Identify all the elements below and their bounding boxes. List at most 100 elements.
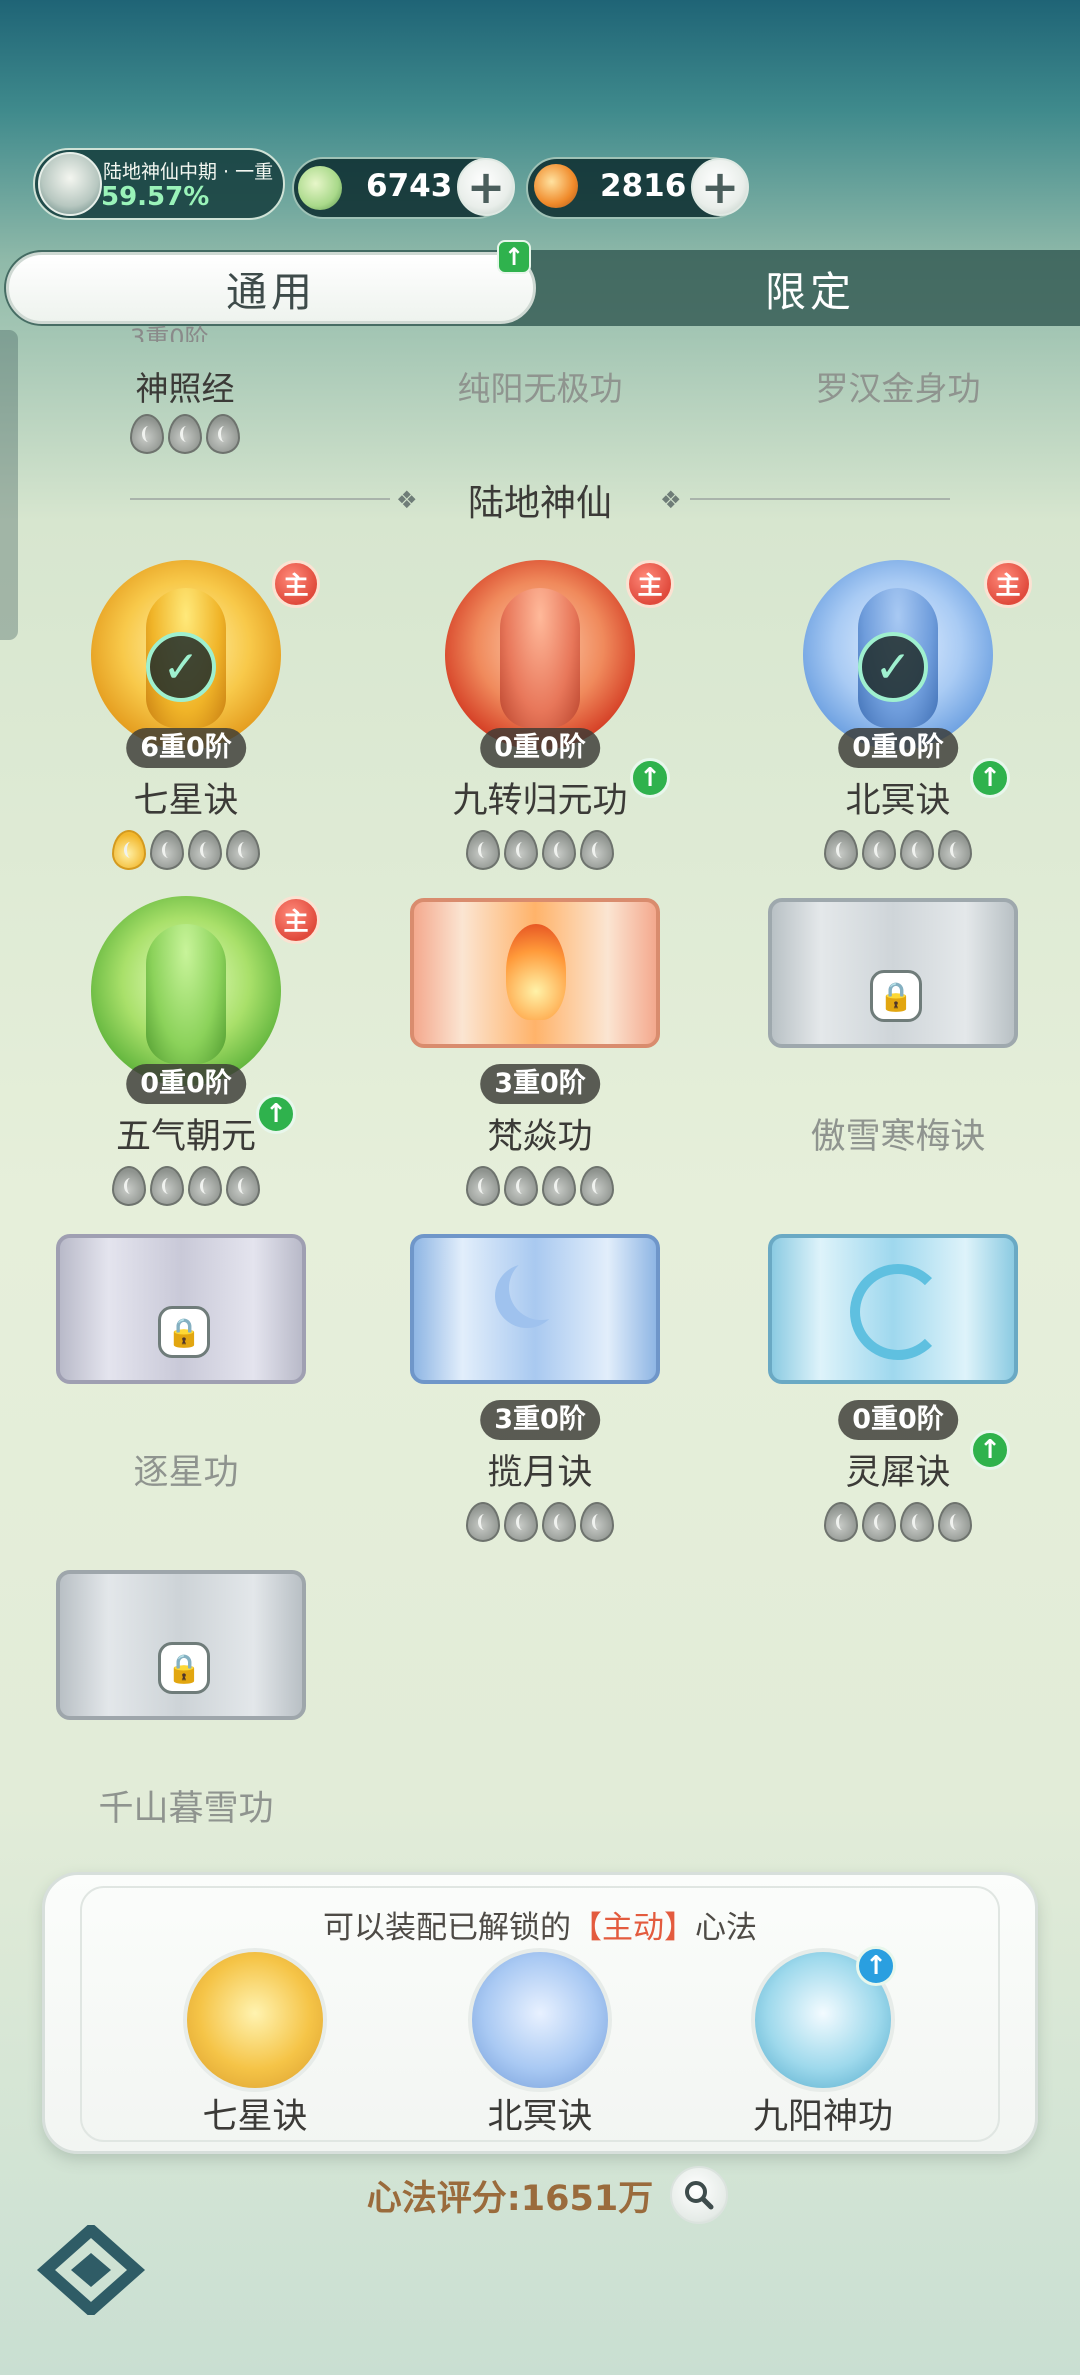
drop-icon (580, 1166, 614, 1206)
realm-progress: 59.57% (101, 182, 210, 212)
drop-rating (390, 1166, 690, 1206)
drop-icon (466, 1166, 500, 1206)
drop-icon (150, 1166, 184, 1206)
skill-level-badge: 0重0阶 (838, 1400, 958, 1440)
equip-slot-2-name: 北冥诀 (487, 2097, 593, 2137)
main-badge-icon: 主 (984, 560, 1032, 608)
skill-card-jiuzhuan[interactable]: 主 0重0阶 九转归元功 ↑ (390, 540, 690, 870)
upgrade-arrow-icon: ↑ (630, 758, 670, 798)
skill-name-shenzhaojing[interactable]: 神照经 (55, 362, 315, 410)
section-title: 陆地神仙 (467, 483, 612, 524)
drop-icon (188, 1166, 222, 1206)
skill-level-badge: 3重0阶 (480, 1400, 600, 1440)
skill-card-qianshan[interactable]: 🔒 千山暮雪功 (36, 1548, 336, 1878)
skill-score: 心法评分:1651万 (366, 2179, 654, 2219)
drop-icon (824, 1502, 858, 1542)
skill-card-fanyan[interactable]: 3重0阶 梵焱功 (390, 876, 690, 1206)
upgrade-arrow-icon: ↑ (970, 1430, 1010, 1470)
equip-hint-suffix: 心法 (695, 1910, 757, 1946)
lock-icon: 🔒 (158, 1642, 210, 1694)
skill-art-red-orb (445, 560, 635, 750)
skill-name: 揽月诀 (487, 1453, 593, 1493)
skill-card-qixingjue[interactable]: ✓ 主 6重0阶 七星诀 (36, 540, 336, 870)
player-avatar[interactable] (38, 152, 102, 216)
equipped-check-icon: ✓ (146, 632, 216, 702)
equip-slot-3-name: 九阳神功 (752, 2097, 893, 2137)
section-diamond-icon: ❖ (660, 486, 682, 514)
skill-art-green-orb (91, 896, 281, 1086)
equip-hint-highlight: 【主动】 (571, 1910, 695, 1946)
drop-icon (188, 830, 222, 870)
main-badge-icon: 主 (272, 560, 320, 608)
water-swirl-icon (850, 1264, 946, 1360)
section-divider-right (690, 498, 950, 500)
skill-name: 逐星功 (133, 1453, 239, 1493)
drop-rating (390, 1502, 690, 1542)
drop-icon (862, 1502, 896, 1542)
side-scroll-strip[interactable] (0, 330, 18, 640)
cut-level-badge: 3重0阶 (130, 324, 209, 342)
flame-orb-icon (534, 164, 578, 208)
equip-slot-1[interactable] (183, 1948, 327, 2092)
skill-name-chunyang[interactable]: 纯阳无极功 (410, 362, 670, 410)
jade-drop-icon (298, 166, 342, 210)
section-divider-left (130, 498, 390, 500)
drop-icon (226, 1166, 260, 1206)
main-badge-icon: 主 (626, 560, 674, 608)
drop-icon (466, 830, 500, 870)
skill-card-beiming[interactable]: ✓ 主 0重0阶 北冥诀 ↑ (748, 540, 1048, 870)
menu-logo-icon[interactable] (36, 2221, 146, 2319)
drop-icon (900, 1502, 934, 1542)
skill-card-zhuxing[interactable]: 🔒 逐星功 (36, 1212, 336, 1542)
drop-icon (900, 830, 934, 870)
add-currency-1-button[interactable]: + (457, 158, 515, 216)
search-icon[interactable] (670, 2166, 728, 2224)
currency-2-value: 2816 (600, 168, 687, 204)
drop-icon (130, 414, 164, 454)
equip-slot-2[interactable] (468, 1948, 612, 2092)
lock-icon: 🔒 (870, 970, 922, 1022)
figure-icon (500, 588, 580, 728)
skill-art-water-scroll (768, 1234, 1018, 1384)
drop-icon (168, 414, 202, 454)
drop-icon (504, 1166, 538, 1206)
drop-icon (862, 830, 896, 870)
skill-name-luohan[interactable]: 罗汉金身功 (768, 362, 1028, 410)
skill-level-badge: 6重0阶 (126, 728, 246, 768)
tab-limited[interactable]: 限定 (540, 252, 1080, 324)
flame-icon (506, 924, 566, 1020)
skill-card-aoxue[interactable]: 🔒 傲雪寒梅诀 (748, 876, 1048, 1206)
currency-1-value: 6743 (366, 168, 453, 204)
skill-name: 梵焱功 (487, 1117, 593, 1157)
drop-rating (36, 1166, 336, 1206)
skill-level-badge: 0重0阶 (480, 728, 600, 768)
drop-icon (466, 1502, 500, 1542)
skill-name: 傲雪寒梅诀 (810, 1117, 986, 1157)
skill-level-badge: 0重0阶 (126, 1064, 246, 1104)
skill-card-lingxi[interactable]: 0重0阶 灵犀诀 ↑ (748, 1212, 1048, 1542)
equip-slot-3-upgrade-icon: ↑ (856, 1946, 896, 1986)
drop-rating (748, 830, 1048, 870)
drop-icon (504, 830, 538, 870)
skill-card-lanyue[interactable]: 3重0阶 揽月诀 (390, 1212, 690, 1542)
figure-icon (146, 924, 226, 1064)
gold-drop-icon (112, 830, 146, 870)
equip-slot-1-name: 七星诀 (202, 2097, 308, 2137)
tab-general[interactable]: 通用 (6, 252, 536, 324)
add-currency-2-button[interactable]: + (691, 158, 749, 216)
equip-hint: 可以装配已解锁的【主动】心法 (80, 1902, 1000, 1947)
equip-hint-prefix: 可以装配已解锁的 (323, 1910, 571, 1946)
drop-icon (226, 830, 260, 870)
drop-rating (36, 830, 336, 870)
skill-card-wuqi[interactable]: 主 0重0阶 五气朝元 ↑ (36, 876, 336, 1206)
skill-level-badge: 3重0阶 (480, 1064, 600, 1104)
skill-name: 七星诀 (133, 781, 239, 821)
skill-art-moon-scroll (410, 1234, 660, 1384)
drop-icon (112, 1166, 146, 1206)
drop-rating (390, 830, 690, 870)
upgrade-arrow-icon: ↑ (970, 758, 1010, 798)
tab-upgrade-arrow-icon: ↑ (497, 240, 531, 274)
realm-name: 陆地神仙中期 · 一重 (103, 161, 274, 183)
equipped-check-icon: ✓ (858, 632, 928, 702)
drop-icon (542, 1166, 576, 1206)
